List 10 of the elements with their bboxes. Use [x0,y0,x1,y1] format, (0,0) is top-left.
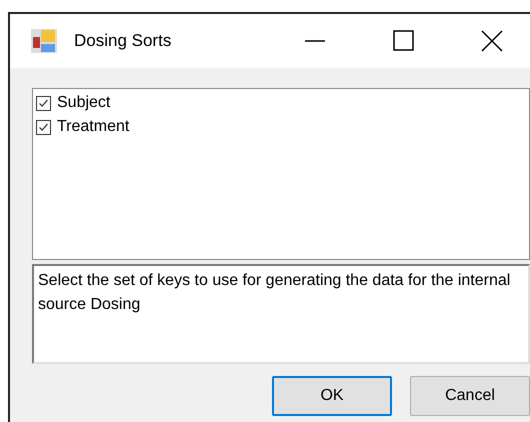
checkbox-label[interactable]: Subject [57,94,110,112]
window-title: Dosing Sorts [74,31,172,51]
checkbox-label[interactable]: Treatment [57,118,130,136]
ok-button[interactable]: OK [272,376,392,416]
checkbox[interactable] [36,96,51,110]
description-box: Select the set of keys to use for generating the data for the internal source Dosing [32,264,530,364]
checkbox[interactable] [36,120,51,134]
app-icon [30,28,58,54]
cancel-button[interactable]: Cancel [410,376,530,416]
key-list[interactable]: Subject Treatment [32,88,530,260]
